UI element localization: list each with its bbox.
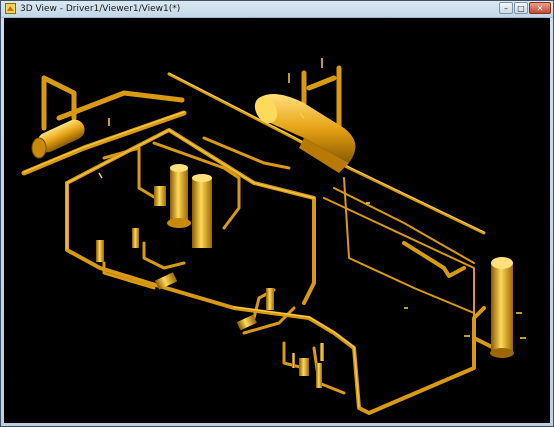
vessel-right-column — [490, 257, 514, 358]
minimize-button[interactable]: – — [499, 2, 513, 14]
pipe-diag-2 — [333, 187, 475, 264]
pipe-top-right-2 — [306, 75, 337, 91]
pipe-mid-3 — [202, 136, 291, 170]
title-bar[interactable]: 3D View - Driver1/Viewer1/View1(*) – □ ✕ — [1, 1, 553, 18]
viewer-window: 3D View - Driver1/Viewer1/View1(*) – □ ✕ — [0, 0, 554, 427]
app-icon — [5, 3, 16, 14]
close-button[interactable]: ✕ — [529, 2, 551, 14]
maximize-button[interactable]: □ — [514, 2, 528, 14]
window-title: 3D View - Driver1/Viewer1/View1(*) — [20, 4, 181, 14]
vessel-central — [154, 164, 212, 248]
3d-viewport[interactable] — [4, 18, 550, 423]
piping-model — [21, 58, 526, 415]
